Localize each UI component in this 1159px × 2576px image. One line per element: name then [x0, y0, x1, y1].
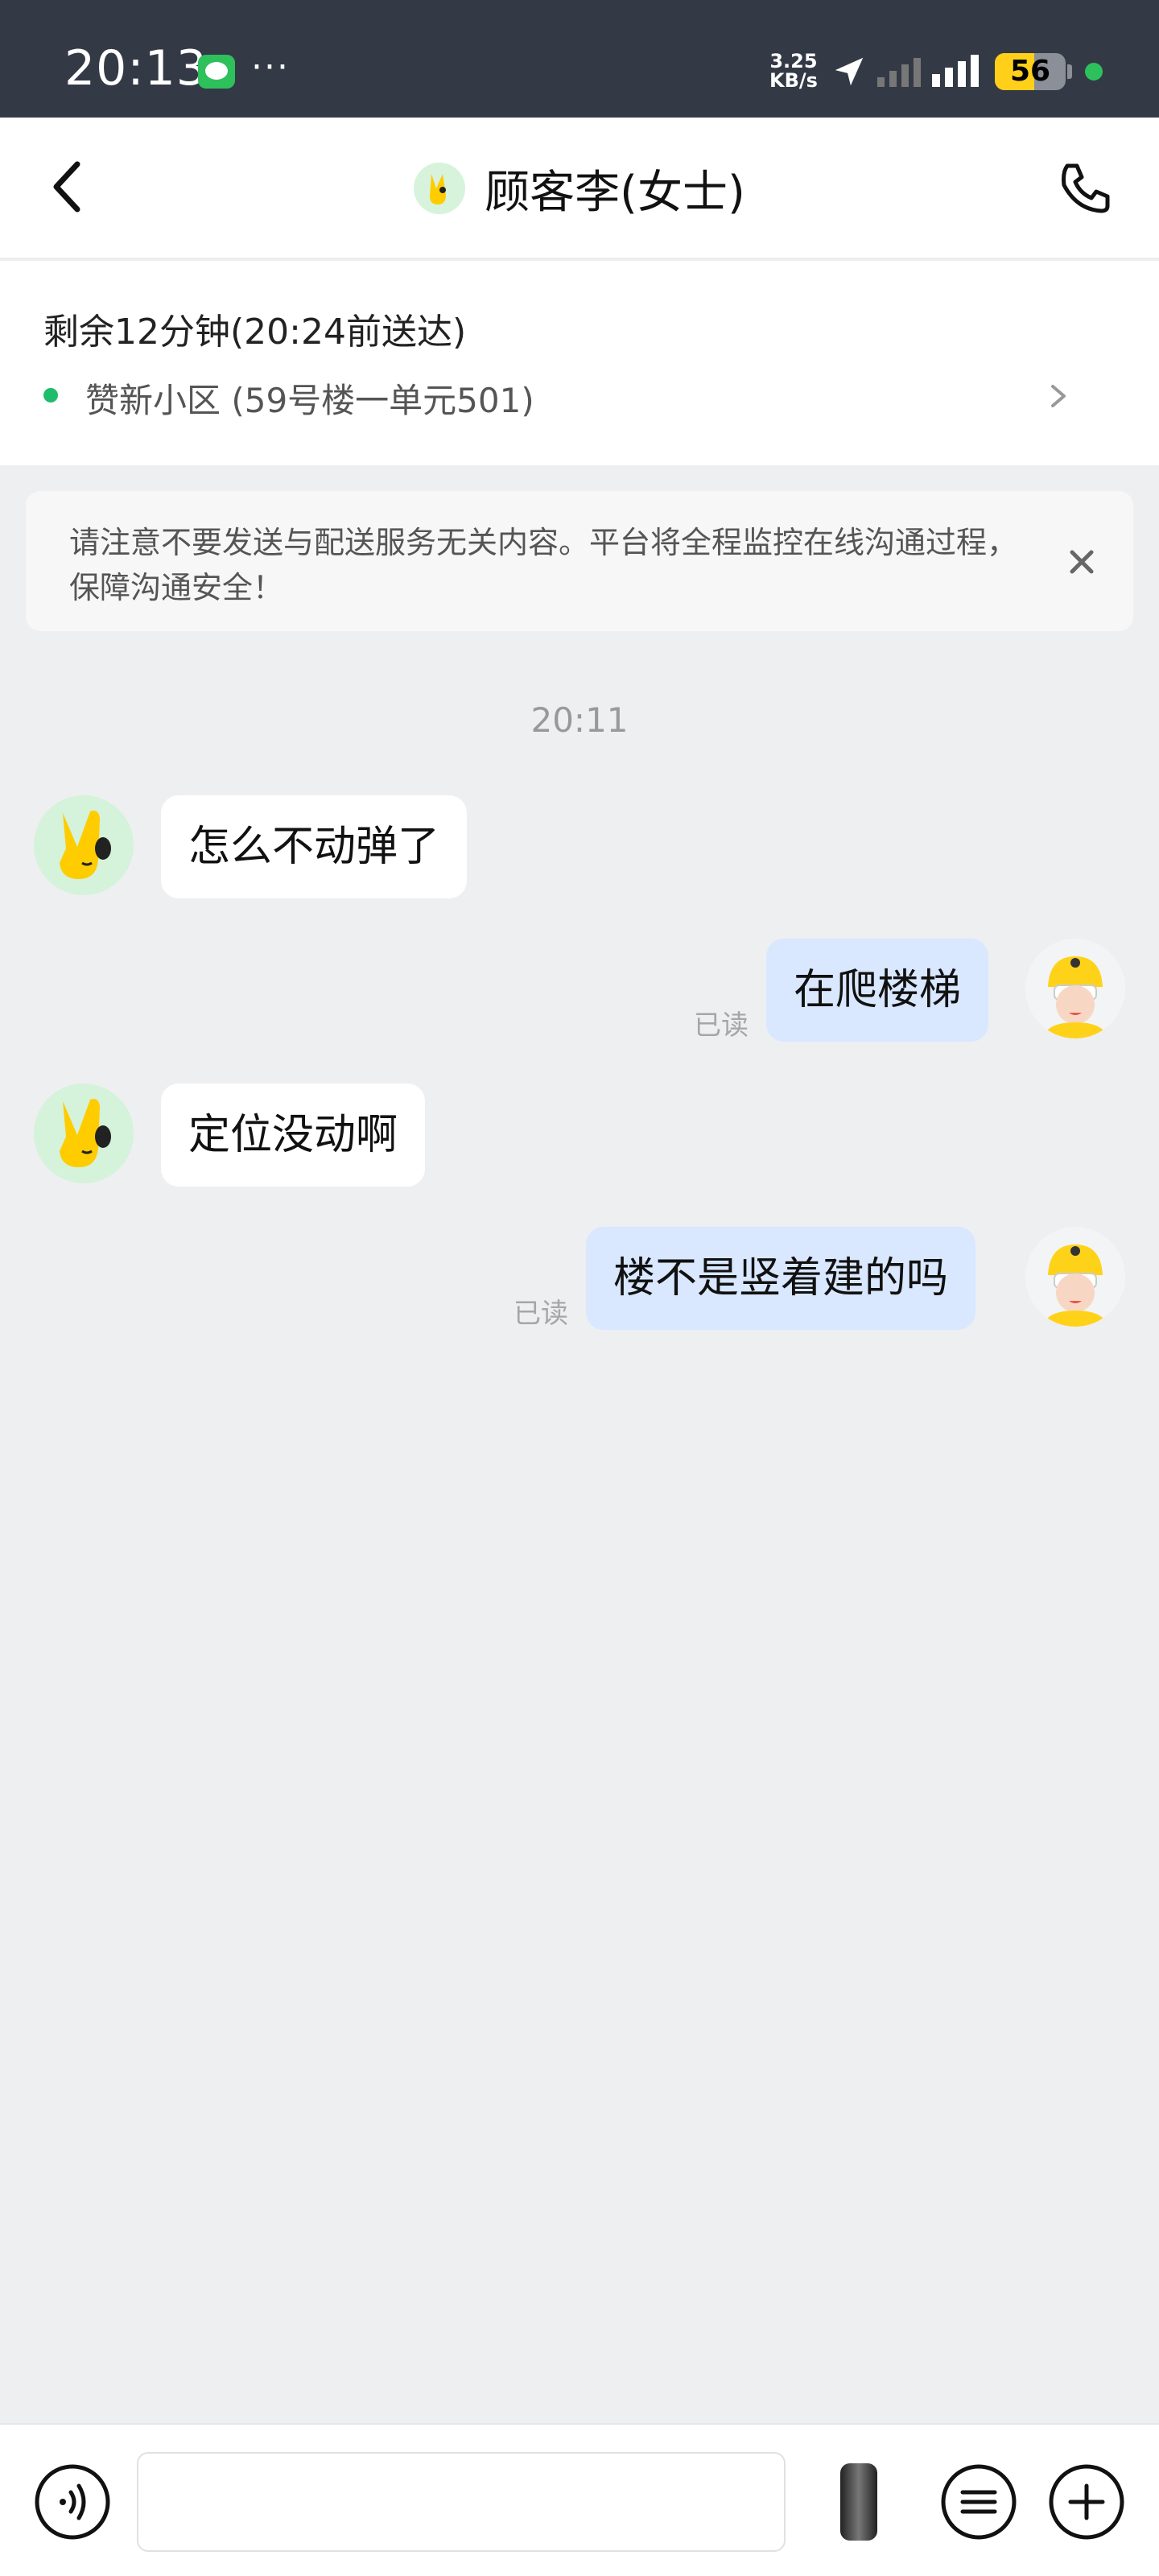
status-time: 20:13: [64, 40, 208, 97]
more-notifications: ···: [251, 47, 290, 88]
battery-tip: [1067, 64, 1072, 79]
message-bubble-outgoing[interactable]: 在爬楼梯: [766, 939, 989, 1042]
order-info-card[interactable]: 剩余12分钟(20:24前送达) 赞新小区 (59号楼一单元501): [0, 261, 1159, 465]
message-bubble-incoming[interactable]: 怎么不动弹了: [161, 795, 468, 898]
read-receipt: 已读: [514, 1298, 568, 1330]
status-bar: 20:13 ··· 3.25 KB/s 56: [0, 0, 1159, 118]
voice-icon[interactable]: [32, 2462, 113, 2542]
message-app-icon: [198, 55, 235, 89]
location-arrow-icon: [835, 57, 864, 86]
signal-icon: [877, 58, 921, 87]
phone-icon[interactable]: [1053, 156, 1117, 221]
drag-handle[interactable]: [840, 2463, 877, 2541]
network-speed: 3.25 KB/s: [769, 52, 818, 90]
hand-mascot-icon: [60, 1099, 111, 1167]
battery-level-text: 56: [1009, 55, 1051, 88]
network-speed-unit: KB/s: [769, 69, 818, 92]
battery-icon: 56: [995, 53, 1066, 90]
rider-mascot-icon: [1043, 956, 1107, 1038]
time-divider: 20:11: [530, 700, 629, 740]
safety-notice: 请注意不要发送与配送服务无关内容。平台将全程监控在线沟通过程，保障沟通安全！: [26, 491, 1133, 631]
hand-mascot-icon: [60, 811, 111, 879]
customer-avatar[interactable]: [34, 795, 134, 895]
message-bubble-incoming[interactable]: 定位没动啊: [161, 1084, 426, 1187]
privacy-indicator-dot: [1085, 63, 1103, 80]
network-speed-value: 3.25: [769, 50, 818, 72]
message-bubble-outgoing[interactable]: 楼不是竖着建的吗: [586, 1227, 976, 1330]
status-dot: [43, 388, 58, 402]
emoji-icon[interactable]: [938, 2462, 1019, 2542]
chat-header: 顾客李(女士): [0, 118, 1159, 259]
hand-mascot-icon: [414, 163, 466, 214]
close-icon[interactable]: [1064, 544, 1099, 580]
delivery-eta: 剩余12分钟(20:24前送达): [43, 312, 467, 353]
input-bar: [0, 2423, 1159, 2576]
delivery-address: 赞新小区 (59号楼一单元501): [85, 381, 534, 420]
contact-title: 顾客李(女士): [0, 118, 1159, 259]
notice-text: 请注意不要发送与配送服务无关内容。平台将全程监控在线沟通过程，保障沟通安全！: [69, 525, 1018, 605]
rider-avatar[interactable]: [1025, 939, 1125, 1038]
read-receipt: 已读: [694, 1009, 749, 1042]
rider-avatar[interactable]: [1025, 1227, 1125, 1327]
rider-mascot-icon: [1043, 1245, 1107, 1327]
customer-avatar[interactable]: [34, 1084, 134, 1183]
plus-icon[interactable]: [1046, 2462, 1127, 2542]
chevron-right-icon[interactable]: [1043, 380, 1072, 412]
contact-avatar: [414, 163, 466, 214]
contact-name: 顾客李(女士): [485, 166, 745, 219]
signal-icon: [932, 55, 979, 87]
message-input[interactable]: [137, 2452, 786, 2552]
